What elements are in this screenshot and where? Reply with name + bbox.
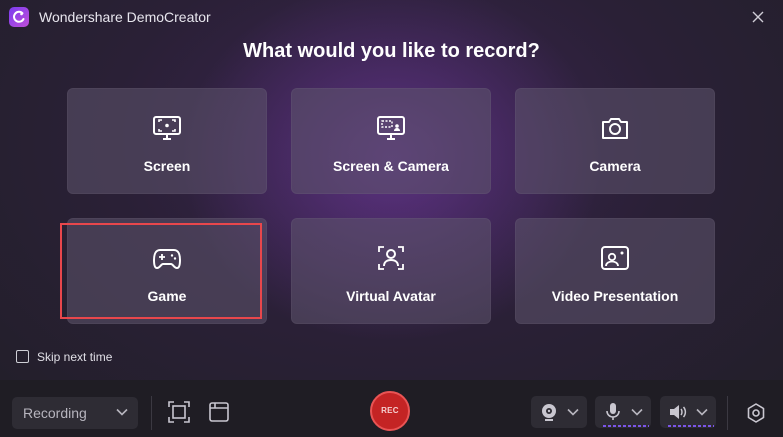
speaker-icon [670,405,687,419]
avatar-icon [378,246,404,270]
gamepad-icon [153,249,181,269]
toolbar-divider [151,396,152,430]
card-label: Virtual Avatar [346,288,436,304]
screen-camera-icon [377,116,405,140]
webcam-icon [542,404,556,421]
speaker-device-button[interactable] [660,396,716,428]
card-label: Screen & Camera [333,158,449,174]
presentation-icon [601,246,629,270]
checkbox-box[interactable] [16,350,29,363]
app-logo-icon [9,7,29,27]
page-title: What would you like to record? [243,40,540,62]
gear-icon [747,403,765,423]
window-capture-button[interactable] [207,400,231,424]
screen-icon [153,116,181,140]
microphone-icon [606,403,620,420]
title-bar: Wondershare DemoCreator [0,0,783,34]
card-label: Screen [143,158,191,174]
close-icon [752,11,764,23]
microphone-device-button[interactable] [595,396,651,428]
close-button[interactable] [748,7,768,27]
chevron-down-icon [116,408,128,416]
webcam-device-button[interactable] [531,396,587,428]
card-video-presentation[interactable]: Video Presentation [515,218,715,324]
card-camera[interactable]: Camera [515,88,715,194]
region-capture-button[interactable] [167,400,191,424]
window-icon [209,402,229,422]
card-label: Video Presentation [551,288,679,304]
card-screen[interactable]: Screen [67,88,267,194]
microphone-level-meter [603,425,649,427]
app-title: Wondershare DemoCreator [39,9,211,25]
recording-mode-select[interactable]: Recording [12,397,138,429]
settings-button[interactable] [745,402,767,424]
card-label: Camera [589,158,641,174]
mode-value: Recording [23,405,87,421]
card-screen-camera[interactable]: Screen & Camera [291,88,491,194]
chevron-down-icon [567,408,579,416]
toolbar-divider [727,396,728,430]
card-label: Game [147,288,187,304]
skip-label: Skip next time [37,350,113,364]
record-button[interactable]: REC [370,391,410,431]
chevron-down-icon [696,408,708,416]
fullscreen-region-icon [168,401,190,423]
card-game[interactable]: Game [67,218,267,324]
camera-icon [602,118,628,139]
speaker-level-meter [668,425,714,427]
rec-label: REC [381,406,399,415]
card-virtual-avatar[interactable]: Virtual Avatar [291,218,491,324]
chevron-down-icon [631,408,643,416]
